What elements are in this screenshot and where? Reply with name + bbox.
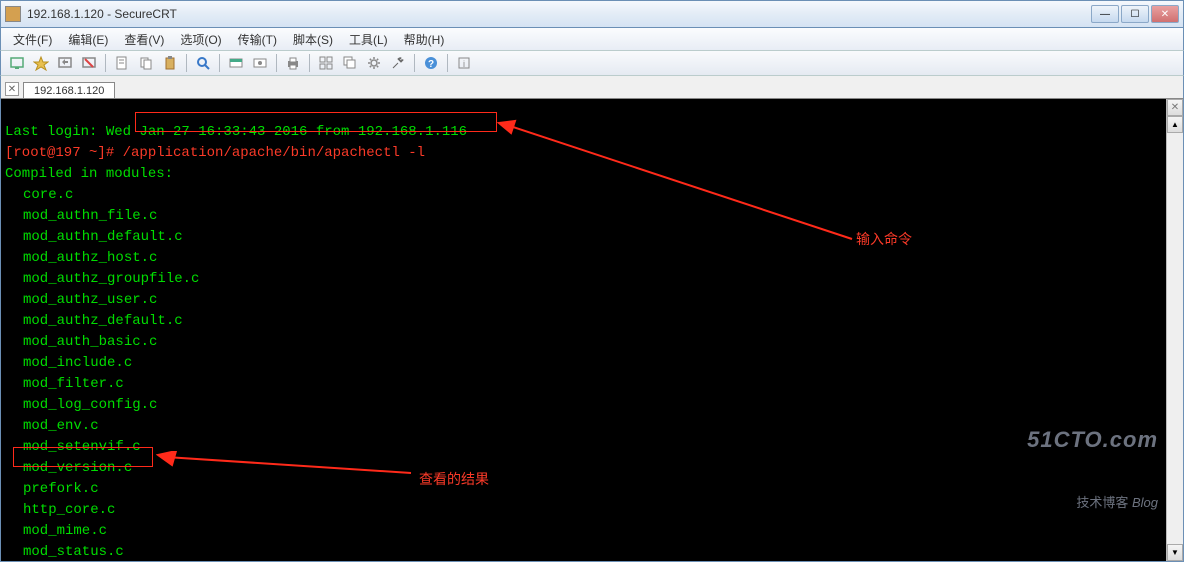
app-icon [5,6,21,22]
menu-options[interactable]: 选项(O) [174,29,227,50]
module-line: mod_env.c [5,416,1162,437]
module-line: mod_setenvif.c [5,437,1162,458]
menu-edit[interactable]: 编辑(E) [62,29,114,50]
terminal-command: /application/apache/bin/apachectl -l [123,145,425,161]
disconnect-icon[interactable] [79,53,99,73]
menu-file[interactable]: 文件(F) [7,29,58,50]
panel-close-icon[interactable]: ✕ [1167,99,1183,116]
module-line: prefork.c [5,479,1162,500]
scroll-track[interactable] [1167,133,1183,544]
terminal-container: Last login: Wed Jan 27 16:33:43 2016 fro… [0,98,1184,562]
menu-view[interactable]: 查看(V) [118,29,170,50]
module-line: mod_include.c [5,353,1162,374]
tab-close-icon[interactable]: ✕ [5,82,19,96]
menu-transfer[interactable]: 传输(T) [232,29,283,50]
close-button[interactable]: ✕ [1151,5,1179,23]
copy-icon[interactable] [136,53,156,73]
module-line: core.c [5,185,1162,206]
terminal-prompt: [root@197 ~]# [5,145,123,161]
print-icon[interactable] [283,53,303,73]
new-session-icon[interactable] [112,53,132,73]
tab-session[interactable]: 192.168.1.120 [23,82,115,99]
module-line: mod_log_config.c [5,395,1162,416]
window-title: 192.168.1.120 - SecureCRT [27,7,1091,21]
menu-help[interactable]: 帮助(H) [398,29,451,50]
module-line: mod_authz_host.c [5,248,1162,269]
menubar: 文件(F) 编辑(E) 查看(V) 选项(O) 传输(T) 脚本(S) 工具(L… [0,28,1184,50]
about-icon[interactable]: i [454,53,474,73]
module-line: mod_authz_groupfile.c [5,269,1162,290]
terminal-compiled-header: Compiled in modules: [5,166,173,182]
menu-tools[interactable]: 工具(L) [343,29,394,50]
module-line: mod_filter.c [5,374,1162,395]
module-line: mod_authn_default.c [5,227,1162,248]
toolbar: ? i [0,50,1184,76]
module-line: mod_authz_user.c [5,290,1162,311]
connect-icon[interactable] [7,53,27,73]
module-line: mod_status.c [5,542,1162,561]
module-line: mod_version.c [5,458,1162,479]
scroll-down-icon[interactable]: ▼ [1167,544,1183,561]
module-line: mod_authn_file.c [5,206,1162,227]
module-line: http_core.c [5,500,1162,521]
help-icon[interactable]: ? [421,53,441,73]
module-line: mod_authz_default.c [5,311,1162,332]
scrollbar[interactable]: ✕ ▲ ▼ [1166,99,1183,561]
module-line: mod_auth_basic.c [5,332,1162,353]
tabbar: ✕ 192.168.1.120 [0,76,1184,98]
cascade-icon[interactable] [340,53,360,73]
find-icon[interactable] [193,53,213,73]
global-options-icon[interactable] [250,53,270,73]
maximize-button[interactable]: ☐ [1121,5,1149,23]
minimize-button[interactable]: — [1091,5,1119,23]
tile-icon[interactable] [316,53,336,73]
session-options-icon[interactable] [226,53,246,73]
svg-text:i: i [463,59,465,69]
menu-script[interactable]: 脚本(S) [287,29,339,50]
paste-icon[interactable] [160,53,180,73]
module-line: mod_mime.c [5,521,1162,542]
window-buttons: — ☐ ✕ [1091,5,1179,23]
window-titlebar: 192.168.1.120 - SecureCRT — ☐ ✕ [0,0,1184,28]
scroll-up-icon[interactable]: ▲ [1167,116,1183,133]
svg-text:?: ? [428,59,434,70]
reconnect-icon[interactable] [55,53,75,73]
tools-icon[interactable] [388,53,408,73]
quick-connect-icon[interactable] [31,53,51,73]
settings-icon[interactable] [364,53,384,73]
terminal[interactable]: Last login: Wed Jan 27 16:33:43 2016 fro… [1,99,1166,561]
terminal-login-line: Last login: Wed Jan 27 16:33:43 2016 fro… [5,124,467,140]
